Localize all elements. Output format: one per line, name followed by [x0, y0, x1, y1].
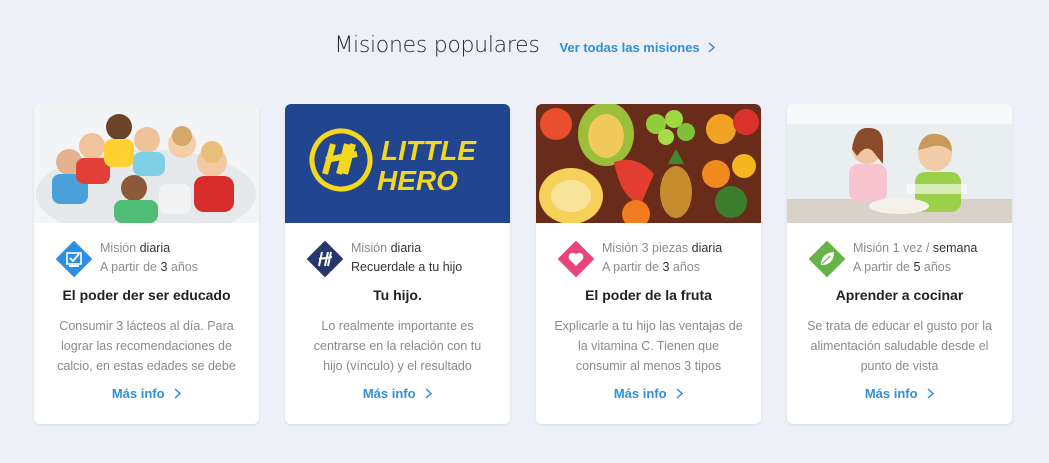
chevron-right-icon: [425, 388, 433, 399]
mission-meta: Misión 1 vez / semana A partir de 5 años: [787, 223, 1012, 279]
frequency-label: Misión 1 vez / semana: [853, 241, 978, 255]
mission-meta: Misión 3 piezas diaria A partir de 3 año…: [536, 223, 761, 279]
heart-icon: [558, 241, 594, 277]
mission-meta: Misión diaria Recuerdale a tu hijo: [285, 223, 510, 279]
mission-title: Aprender a cocinar: [835, 287, 964, 303]
reminder-label: Recuerdale a tu hijo: [351, 260, 463, 274]
little-hero-icon: [307, 241, 343, 277]
chevron-right-icon: [174, 388, 182, 399]
mission-title: El poder der ser educado: [62, 287, 231, 303]
little-hero-logo: LITTLE HERO: [285, 104, 510, 223]
mission-meta: Misión diaria A partir de 3 años: [34, 223, 259, 279]
frequency-label: Misión 3 piezas diaria: [602, 241, 723, 255]
chevron-right-icon: [927, 388, 935, 399]
section-title: Misiones populares: [334, 33, 540, 58]
age-label: A partir de 3 años: [100, 260, 198, 274]
more-info-link[interactable]: Más info: [787, 385, 1012, 401]
mission-card[interactable]: Misión diaria A partir de 3 años El pode…: [34, 104, 259, 424]
see-all-label: Ver todas las misiones: [559, 40, 700, 55]
mission-title: Tu hijo.: [373, 287, 422, 303]
mission-description: Lo realmente importante es centrarse en …: [313, 319, 482, 373]
fruits-photo: [536, 104, 761, 223]
mission-description: Se trata de educar el gusto por la alime…: [807, 319, 992, 373]
age-label: A partir de 3 años: [602, 260, 700, 274]
frequency-label: Misión diaria: [100, 241, 171, 255]
leaf-icon: [809, 241, 845, 277]
more-info-link[interactable]: Más info: [34, 385, 259, 401]
kids-cooking-photo: [787, 104, 1012, 223]
age-label: A partir de 5 años: [853, 260, 951, 274]
missions-list: Misión diaria A partir de 3 años El pode…: [34, 104, 1012, 424]
more-info-link[interactable]: Más info: [536, 385, 761, 401]
mission-title: El poder de la fruta: [585, 287, 712, 303]
mission-description: Consumir 3 lácteos al día. Para lograr l…: [57, 319, 236, 373]
mission-card[interactable]: Misión 3 piezas diaria A partir de 3 año…: [536, 104, 761, 424]
svg-text:HERO: HERO: [377, 165, 458, 196]
mission-card[interactable]: Misión 1 vez / semana A partir de 5 años…: [787, 104, 1012, 424]
section-header: Misiones populares Ver todas las misione…: [0, 33, 1049, 58]
mission-description: Explicarle a tu hijo las ventajas de la …: [554, 319, 743, 373]
frequency-label: Misión diaria: [351, 241, 422, 255]
see-all-missions-link[interactable]: Ver todas las misiones: [559, 40, 715, 55]
svg-text:LITTLE: LITTLE: [381, 135, 477, 166]
chevron-right-icon: [676, 388, 684, 399]
more-info-link[interactable]: Más info: [285, 385, 510, 401]
chevron-right-icon: [708, 42, 715, 53]
check-board-icon: [56, 241, 92, 277]
mission-card[interactable]: LITTLE HERO Misión diaria Recuerdale a t…: [285, 104, 510, 424]
children-group-photo: [34, 104, 259, 223]
